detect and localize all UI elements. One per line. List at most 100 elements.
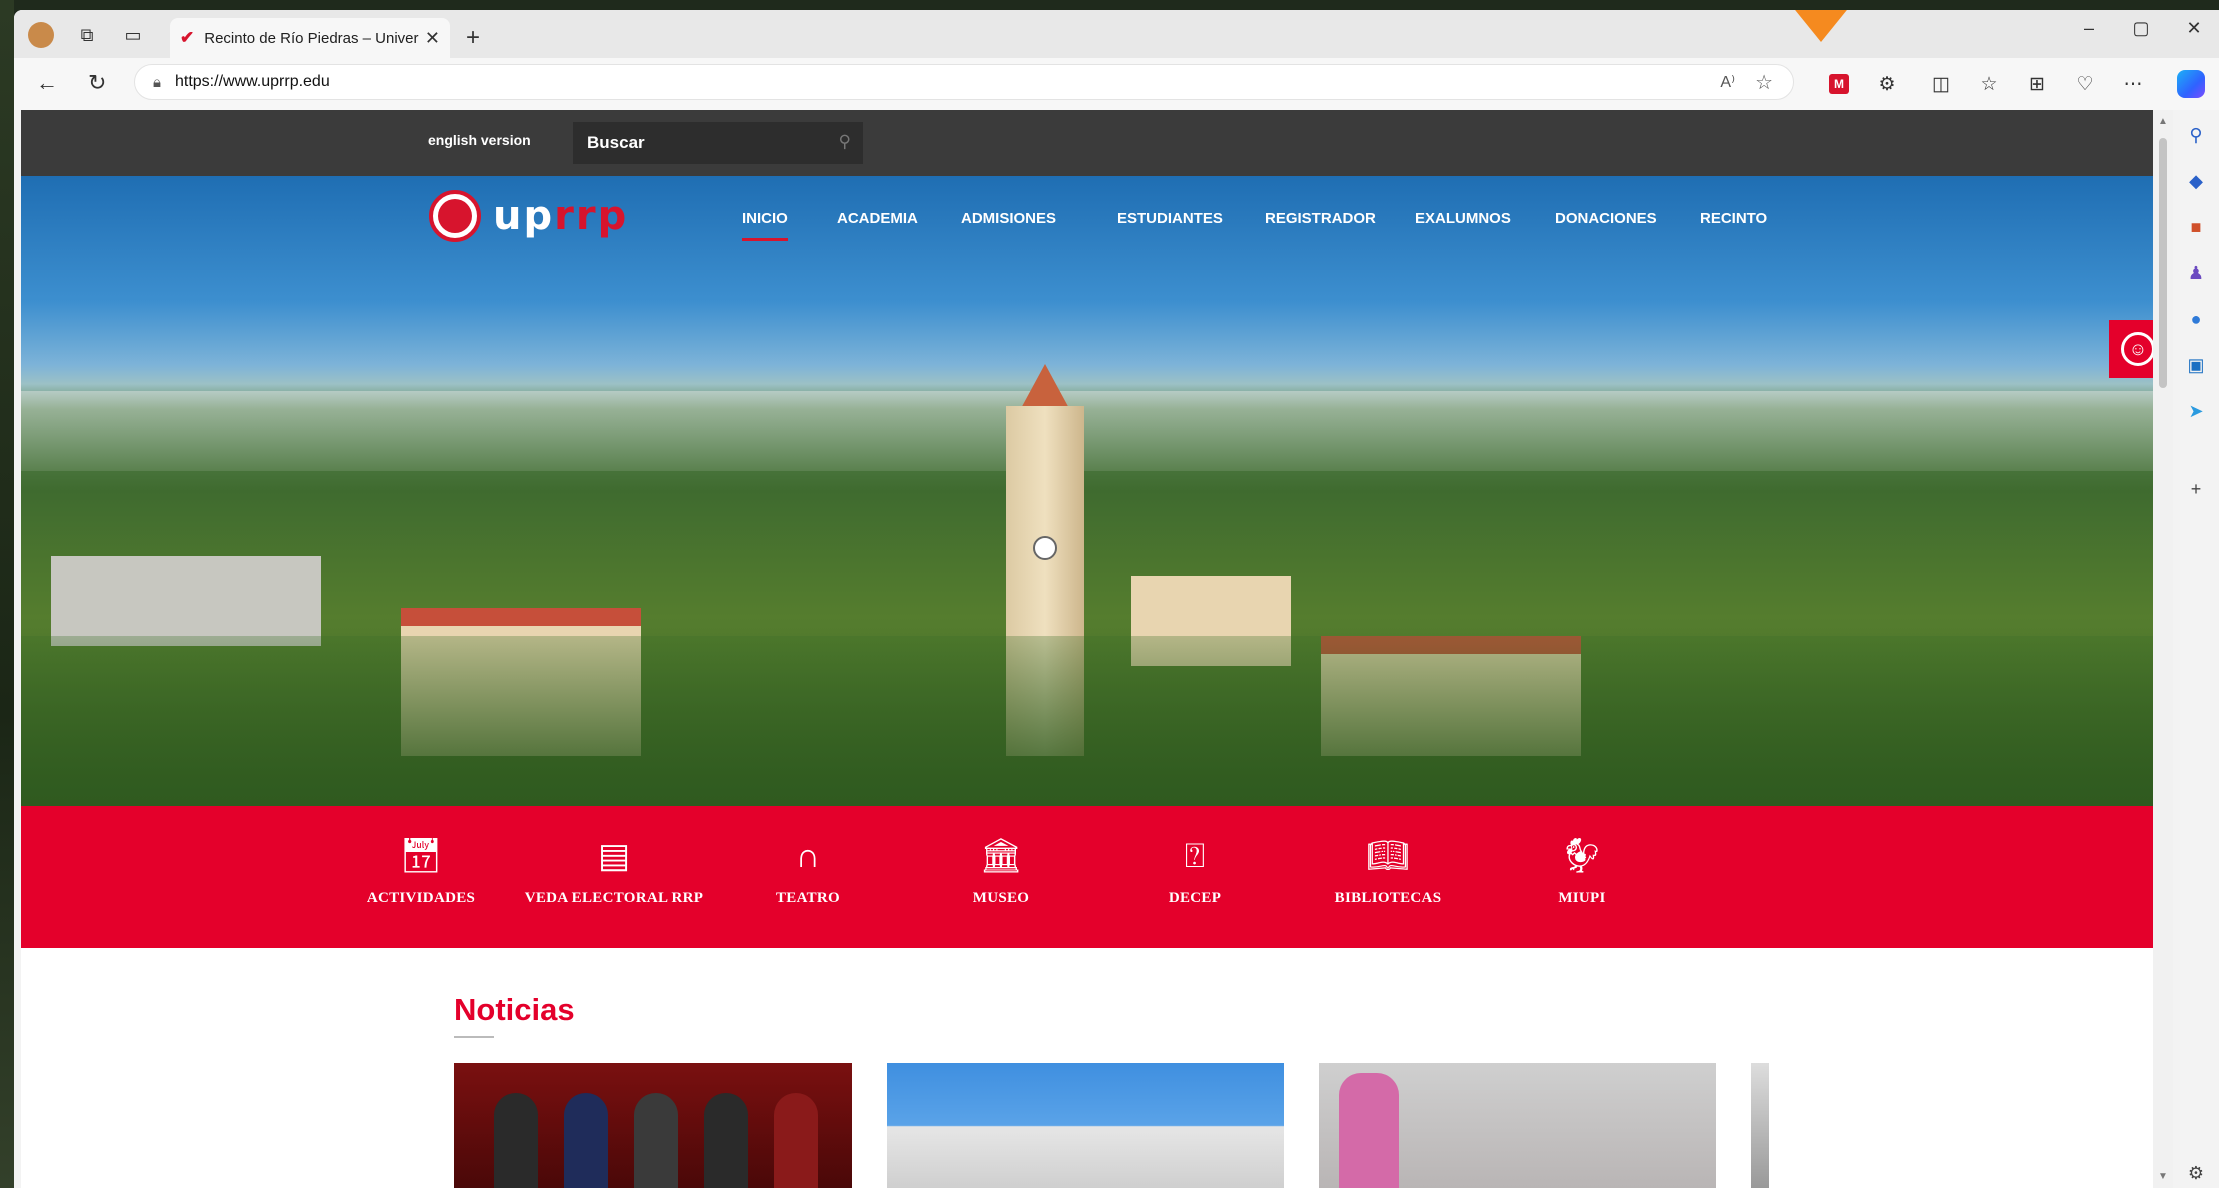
tower-clock — [1033, 536, 1057, 560]
presenter-icon: ⍰ — [1184, 837, 1206, 875]
site-search: ⚲ — [573, 122, 863, 164]
close-window-button[interactable]: ✕ — [2174, 18, 2214, 39]
quick-link-label: BIBLIOTECAS — [1334, 890, 1442, 906]
accessibility-button[interactable]: ☺ — [2109, 320, 2153, 378]
quick-link-bibliotecas[interactable]: 📖︎ BIBLIOTECAS — [1288, 834, 1488, 907]
send-icon[interactable]: ➤ — [2183, 398, 2209, 424]
search-sidebar-icon[interactable]: ⚲ — [2183, 122, 2209, 148]
quick-link-veda-electoral[interactable]: ▤ VEDA ELECTORAL RRP — [514, 834, 714, 907]
quick-link-label: TEATRO — [775, 890, 841, 906]
more-menu-icon[interactable]: ⋯ — [2120, 71, 2146, 97]
city-skyline — [21, 391, 2153, 471]
red-extension-icon[interactable]: M — [1829, 74, 1849, 94]
address-bar[interactable]: 🔒︎ https://www.uprrp.edu A⁾ ☆ — [134, 64, 1794, 100]
tab-strip: ⧉ ▭ ✔ Recinto de Río Piedras – Universi … — [14, 10, 2219, 58]
photo-figure — [564, 1093, 608, 1188]
favorite-star-icon[interactable]: ☆ — [1755, 70, 1773, 95]
news-card-image[interactable] — [1319, 1063, 1716, 1188]
page-scrollbar[interactable]: ▲ ▼ — [2153, 110, 2173, 1188]
hero-campus-image: uprrp INICIO ACADEMIA ADMISIONES ESTUDIA… — [21, 176, 2153, 806]
favorites-icon[interactable]: ☆ — [1976, 71, 2002, 97]
tab-close-icon[interactable]: ✕ — [425, 28, 440, 49]
collections-icon[interactable]: ⊞ — [2024, 71, 2050, 97]
minimize-button[interactable]: – — [2069, 18, 2109, 39]
split-screen-icon[interactable]: ◫ — [1928, 71, 1954, 97]
add-sidebar-icon[interactable]: + — [2183, 476, 2209, 502]
profile-avatar-icon[interactable] — [28, 22, 54, 48]
quick-link-miupi[interactable]: 🐓︎ MIUPI — [1482, 834, 1682, 907]
rooster-icon: 🐓︎ — [1560, 837, 1604, 875]
photo-figure — [494, 1093, 538, 1188]
quick-link-label: DECEP — [1168, 890, 1222, 906]
maximize-button[interactable]: ▢ — [2121, 18, 2161, 39]
english-version-link[interactable]: english version — [428, 132, 531, 148]
photo-figure — [634, 1093, 678, 1188]
reader-icon: 📖︎ — [1366, 837, 1410, 875]
url-text: https://www.uprrp.edu — [174, 73, 330, 90]
arch-icon: ∩ — [795, 837, 821, 875]
page-viewport: english version ⚲ — [21, 110, 2153, 1188]
tab-title: Recinto de Río Piedras – Universi — [204, 29, 419, 47]
nav-exalumnos[interactable]: EXALUMNOS — [1415, 210, 1511, 227]
browser-toolbar: ← ↻ 🔒︎ https://www.uprrp.edu A⁾ ☆ M ⚙ ◫ … — [14, 58, 2219, 110]
nav-donaciones[interactable]: DONACIONES — [1555, 210, 1657, 227]
building-roof — [401, 608, 641, 626]
nav-recinto[interactable]: RECINTO — [1700, 210, 1767, 227]
active-tab[interactable]: ✔ Recinto de Río Piedras – Universi ✕ — [170, 18, 450, 58]
quick-link-label: MUSEO — [972, 890, 1030, 906]
games-icon[interactable]: ♟ — [2183, 260, 2209, 286]
scroll-thumb[interactable] — [2159, 138, 2167, 388]
photo-figure — [774, 1093, 818, 1188]
uprrp-logo[interactable]: uprrp — [429, 190, 628, 242]
read-aloud-icon[interactable]: A⁾ — [1720, 72, 1735, 92]
nav-registrador[interactable]: REGISTRADOR — [1265, 210, 1376, 227]
lock-icon: 🔒︎ — [153, 73, 161, 91]
new-tab-button[interactable]: + — [466, 24, 480, 52]
browser-window: ⧉ ▭ ✔ Recinto de Río Piedras – Universi … — [14, 10, 2219, 1188]
logo-wordmark: uprrp — [493, 193, 629, 239]
nav-estudiantes[interactable]: ESTUDIANTES — [1117, 210, 1223, 227]
microsoft365-icon[interactable]: ● — [2183, 306, 2209, 332]
site-utility-bar: english version ⚲ — [21, 110, 2153, 176]
quick-link-teatro[interactable]: ∩ TEATRO — [708, 834, 908, 907]
tab-actions-icon[interactable]: ▭ — [120, 22, 146, 48]
calendar-icon: 📅︎ — [399, 837, 443, 875]
news-card-image[interactable] — [454, 1063, 852, 1188]
search-icon[interactable]: ⚲ — [839, 132, 851, 152]
refresh-icon[interactable]: ↻ — [88, 70, 106, 96]
back-arrow-icon[interactable]: ← — [36, 70, 58, 96]
search-input[interactable] — [587, 133, 817, 153]
column-icon: 🏛︎ — [979, 837, 1023, 875]
copilot-icon[interactable] — [2177, 70, 2205, 98]
quick-link-museo[interactable]: 🏛︎ MUSEO — [901, 834, 1101, 907]
desktop-background — [0, 0, 14, 1188]
browser-essentials-icon[interactable]: ♡ — [2072, 71, 2098, 97]
heading-underline — [454, 1036, 494, 1038]
nav-admisiones[interactable]: ADMISIONES — [961, 210, 1056, 227]
uprrp-favicon-icon: ✔ — [180, 28, 195, 47]
tower-roof — [1019, 364, 1071, 412]
workspaces-icon[interactable]: ⧉ — [74, 22, 100, 48]
quick-link-decep[interactable]: ⍰ DECEP — [1095, 834, 1295, 907]
quick-links-bar: 📅︎ ACTIVIDADES ▤ VEDA ELECTORAL RRP ∩ TE… — [21, 806, 2153, 948]
scroll-down-arrow-icon[interactable]: ▼ — [2158, 1171, 2168, 1182]
accessibility-icon: ☺ — [2121, 332, 2153, 366]
nav-academia[interactable]: ACADEMIA — [837, 210, 918, 227]
extensions-puzzle-icon[interactable]: ⚙ — [1874, 71, 1900, 97]
news-card-image[interactable] — [887, 1063, 1284, 1188]
desktop: ⧉ ▭ ✔ Recinto de Río Piedras – Universi … — [0, 0, 2219, 1188]
scroll-up-arrow-icon[interactable]: ▲ — [2158, 116, 2168, 127]
orange-pointer-marker — [1787, 10, 1855, 42]
outlook-icon[interactable]: ▣ — [2183, 352, 2209, 378]
tree-canopy — [21, 636, 2153, 806]
nav-inicio[interactable]: INICIO — [742, 210, 788, 241]
university-seal-icon — [429, 190, 481, 242]
news-card-image[interactable] — [1751, 1063, 1769, 1188]
quick-link-label: VEDA ELECTORAL RRP — [524, 890, 704, 906]
tools-icon[interactable]: ■ — [2183, 214, 2209, 240]
shopping-tag-icon[interactable]: ◆ — [2183, 168, 2209, 194]
quick-link-actividades[interactable]: 📅︎ ACTIVIDADES — [321, 834, 521, 907]
quick-link-label: MIUPI — [1558, 890, 1606, 906]
photo-figure — [1339, 1073, 1399, 1188]
sidebar-settings-icon[interactable]: ⚙ — [2183, 1160, 2209, 1186]
